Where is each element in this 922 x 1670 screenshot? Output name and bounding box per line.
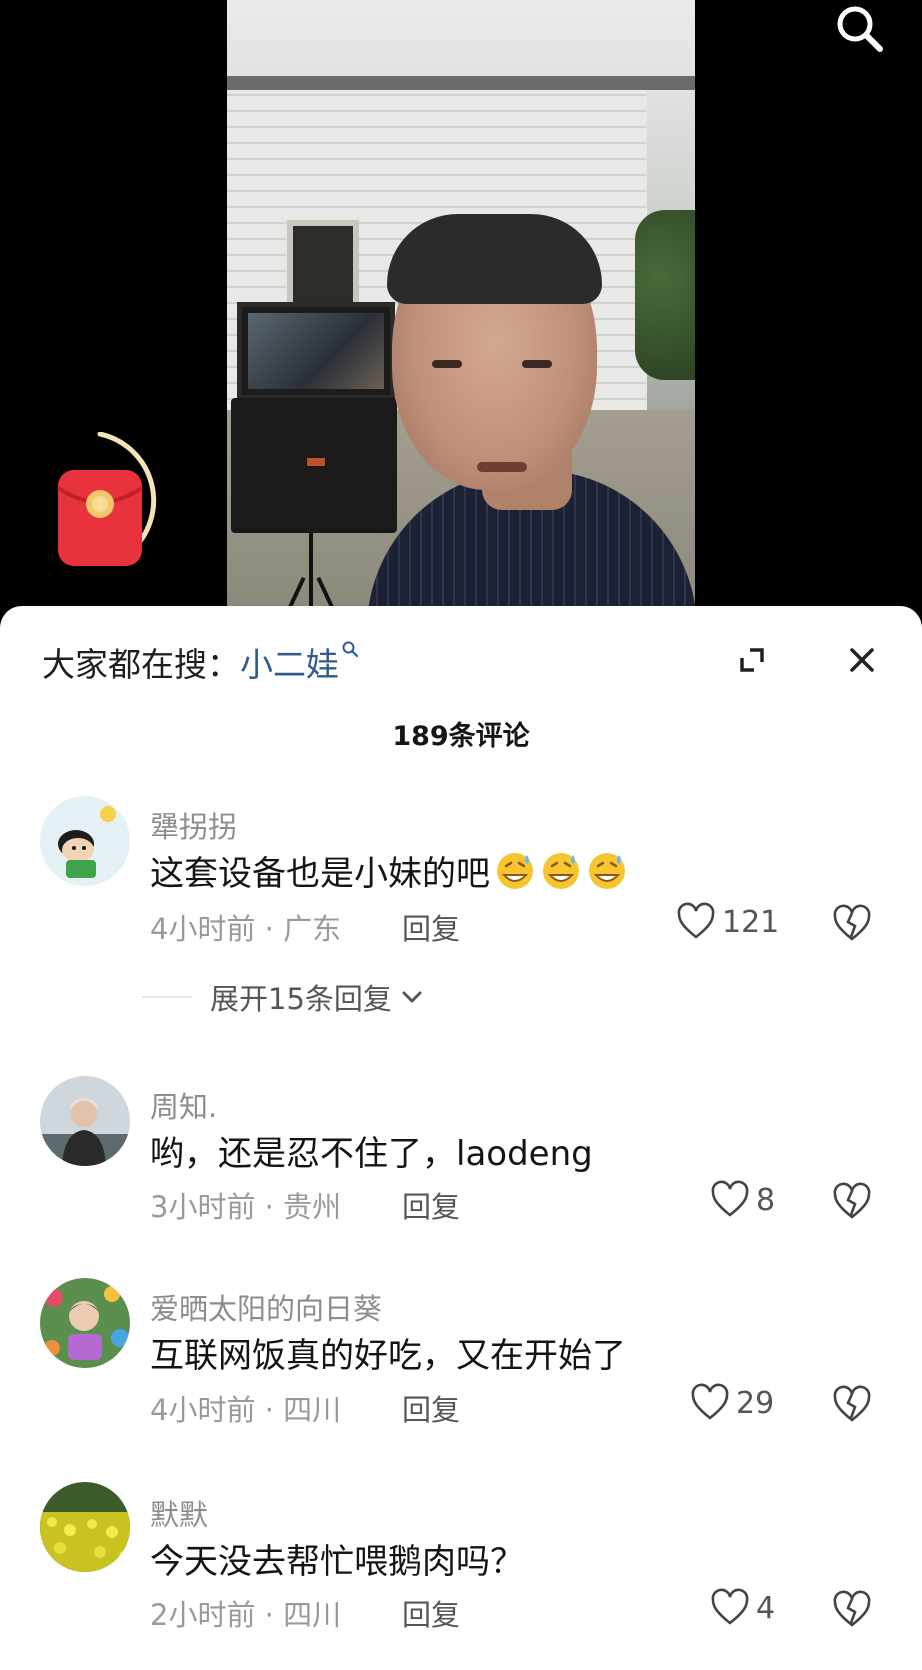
tv-monitor (237, 302, 395, 400)
like-button[interactable]: 121 (676, 902, 779, 942)
close-icon[interactable] (844, 642, 880, 678)
trending-search-bar: 大家都在搜： 小二娃 (42, 640, 359, 684)
comment-text: 今天没去帮忙喂鹅肉吗？ (150, 1542, 524, 1582)
comment-text: 哟，还是忍不住了，laodeng (150, 1134, 593, 1174)
heart-icon (677, 902, 715, 939)
heart-icon (691, 1383, 729, 1420)
comment-count: 189条评论 (392, 721, 530, 752)
comment-username[interactable]: 犟拐拐 (150, 804, 237, 846)
like-count: 4 (756, 1590, 776, 1626)
reply-button[interactable]: 回复 (402, 1592, 460, 1634)
avatar[interactable] (40, 1482, 130, 1572)
trending-term-link[interactable]: 小二娃 (240, 638, 359, 686)
avatar[interactable] (40, 796, 130, 886)
avatar[interactable] (40, 1076, 130, 1166)
comment-time-location: 2小时前 · 四川 (150, 1598, 342, 1632)
comment-time-location: 4小时前 · 四川 (150, 1393, 342, 1427)
sweat-grin-emoji (497, 853, 533, 889)
comment-text: 互联网饭真的好吃，又在开始了 (150, 1336, 626, 1376)
red-packet-icon[interactable] (40, 431, 180, 572)
comment-time-location: 4小时前 · 广东 (150, 912, 342, 946)
comment-text: 这套设备也是小妹的吧 (150, 846, 628, 895)
broken-heart-icon[interactable] (832, 1182, 872, 1222)
comment-username[interactable]: 爱晒太阳的向日葵 (150, 1286, 382, 1328)
comments-sheet: 大家都在搜： 小二娃 189条评论 犟拐拐 这套设备也是小妹的吧 4小时前 · … (0, 606, 922, 1670)
broken-heart-icon[interactable] (832, 1385, 872, 1425)
heart-icon (711, 1588, 749, 1625)
reply-button[interactable]: 回复 (402, 1387, 460, 1429)
search-icon[interactable] (832, 2, 888, 58)
sweat-grin-emoji (543, 853, 579, 889)
broken-heart-icon[interactable] (832, 904, 872, 944)
heart-icon (711, 1180, 749, 1217)
like-count: 8 (756, 1182, 776, 1218)
chevron-down-icon (402, 991, 422, 1003)
house-roof (227, 76, 695, 90)
expand-replies-button[interactable]: 展开15条回复 (142, 976, 426, 1018)
video-player[interactable] (0, 0, 922, 625)
like-button[interactable]: 8 (710, 1180, 775, 1220)
search-small-icon (342, 641, 359, 658)
reply-button[interactable]: 回复 (402, 1184, 460, 1226)
broken-heart-icon[interactable] (832, 1590, 872, 1630)
like-button[interactable]: 29 (690, 1383, 774, 1423)
comment-username[interactable]: 周知. (150, 1084, 217, 1126)
video-frame (227, 0, 695, 625)
comment-time-location: 3小时前 · 贵州 (150, 1190, 342, 1224)
like-count: 29 (736, 1385, 775, 1421)
tree (635, 210, 695, 380)
comment-username[interactable]: 默默 (150, 1492, 208, 1534)
sweat-grin-emoji (589, 853, 625, 889)
reply-button[interactable]: 回复 (402, 906, 460, 948)
avatar[interactable] (40, 1278, 130, 1368)
speaker-box (231, 398, 397, 533)
expand-icon[interactable] (734, 642, 770, 678)
trending-label: 大家都在搜： (42, 645, 240, 684)
like-count: 121 (722, 904, 780, 940)
like-button[interactable]: 4 (710, 1588, 775, 1628)
